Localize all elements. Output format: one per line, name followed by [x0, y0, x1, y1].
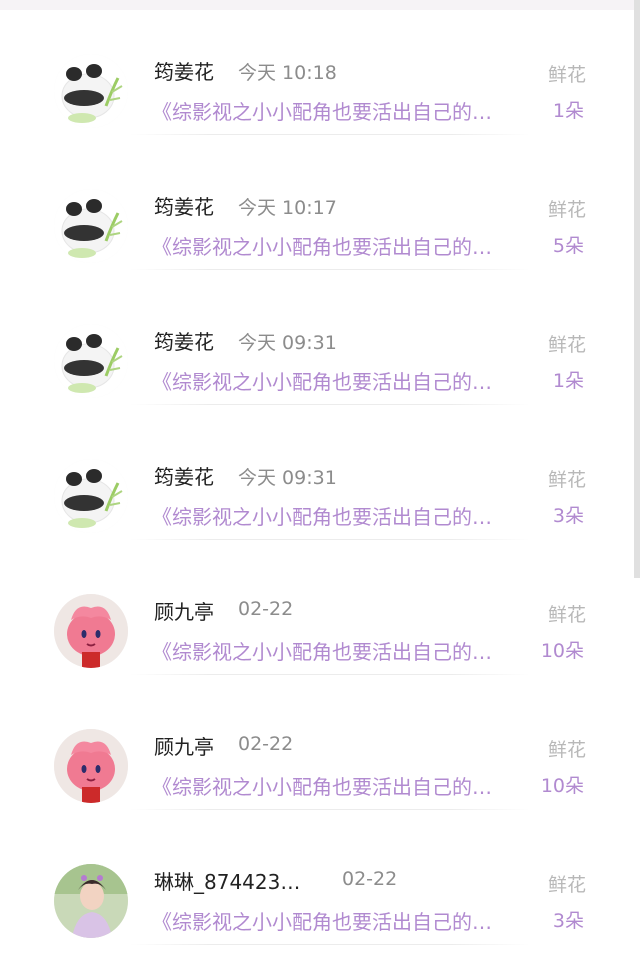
timestamp: 今天 09:31 — [238, 467, 337, 489]
user-name[interactable]: 琳琳_874423… — [154, 866, 300, 895]
book-title-link[interactable]: 《综影视之小小配角也要活出自己的… — [152, 636, 537, 665]
gift-count: 1朵 — [552, 370, 584, 392]
gift-count: 5朵 — [552, 235, 584, 257]
panda-avatar[interactable] — [54, 54, 128, 128]
list-item[interactable]: 顾九亭 02-22 《综影视之小小配角也要活出自己的… 鲜花 10朵 — [0, 540, 634, 675]
gift-count: 3朵 — [552, 910, 584, 932]
gift-count: 10朵 — [540, 775, 584, 797]
book-title-link[interactable]: 《综影视之小小配角也要活出自己的… — [152, 231, 537, 260]
list-item[interactable]: 筠姜花 今天 10:18 《综影视之小小配角也要活出自己的… 鲜花 1朵 — [0, 0, 634, 135]
user-name[interactable]: 筠姜花 — [154, 56, 214, 85]
user-name[interactable]: 筠姜花 — [154, 461, 214, 490]
book-title-link[interactable]: 《综影视之小小配角也要活出自己的… — [152, 501, 537, 530]
gift-type-label: 鲜花 — [547, 604, 586, 626]
timestamp: 02-22 — [342, 868, 398, 890]
user-name[interactable]: 筠姜花 — [154, 326, 214, 355]
list-item[interactable]: 筠姜花 今天 09:31 《综影视之小小配角也要活出自己的… 鲜花 1朵 — [0, 270, 634, 405]
timestamp: 今天 10:18 — [238, 62, 337, 84]
timestamp: 今天 09:31 — [238, 332, 337, 354]
panda-avatar[interactable] — [54, 459, 128, 533]
pink-plush-icon — [54, 594, 128, 668]
photo-avatar[interactable] — [54, 864, 128, 938]
book-title-link[interactable]: 《综影视之小小配角也要活出自己的… — [152, 366, 537, 395]
gift-type-label: 鲜花 — [547, 469, 586, 491]
pink-plush-avatar[interactable] — [54, 729, 128, 803]
book-title-link[interactable]: 《综影视之小小配角也要活出自己的… — [152, 96, 537, 125]
list-item[interactable]: 顾九亭 02-22 《综影视之小小配角也要活出自己的… 鲜花 10朵 — [0, 675, 634, 810]
panda-icon — [54, 324, 128, 398]
book-title-link[interactable]: 《综影视之小小配角也要活出自己的… — [152, 771, 537, 800]
list-item[interactable]: 筠姜花 今天 09:31 《综影视之小小配角也要活出自己的… 鲜花 3朵 — [0, 405, 634, 540]
gift-type-label: 鲜花 — [547, 64, 586, 86]
gift-type-label: 鲜花 — [547, 739, 586, 761]
user-name[interactable]: 筠姜花 — [154, 191, 214, 220]
user-name[interactable]: 顾九亭 — [154, 731, 214, 760]
list-item[interactable]: 筠姜花 今天 10:17 《综影视之小小配角也要活出自己的… 鲜花 5朵 — [0, 135, 634, 270]
scrollbar[interactable] — [634, 0, 640, 578]
gift-type-label: 鲜花 — [547, 874, 586, 896]
gift-type-label: 鲜花 — [547, 334, 586, 356]
list-item[interactable]: 琳琳_874423… 02-22 《综影视之小小配角也要活出自己的… 鲜花 3朵 — [0, 810, 634, 945]
gift-count: 1朵 — [552, 100, 584, 122]
gift-count: 3朵 — [552, 505, 584, 527]
panda-avatar[interactable] — [54, 189, 128, 263]
panda-icon — [54, 54, 128, 128]
gift-record-page: 筠姜花 今天 10:18 《综影视之小小配角也要活出自己的… 鲜花 1朵 筠姜花… — [0, 0, 640, 959]
photo-icon — [54, 864, 128, 938]
book-title-link[interactable]: 《综影视之小小配角也要活出自己的… — [152, 906, 537, 935]
gift-count: 10朵 — [540, 640, 584, 662]
pink-plush-icon — [54, 729, 128, 803]
panda-avatar[interactable] — [54, 324, 128, 398]
row-divider — [130, 944, 530, 945]
timestamp: 02-22 — [238, 598, 294, 620]
timestamp: 02-22 — [238, 733, 294, 755]
panda-icon — [54, 189, 128, 263]
gift-type-label: 鲜花 — [547, 199, 586, 221]
pink-plush-avatar[interactable] — [54, 594, 128, 668]
timestamp: 今天 10:17 — [238, 197, 337, 219]
panda-icon — [54, 459, 128, 533]
user-name[interactable]: 顾九亭 — [154, 596, 214, 625]
